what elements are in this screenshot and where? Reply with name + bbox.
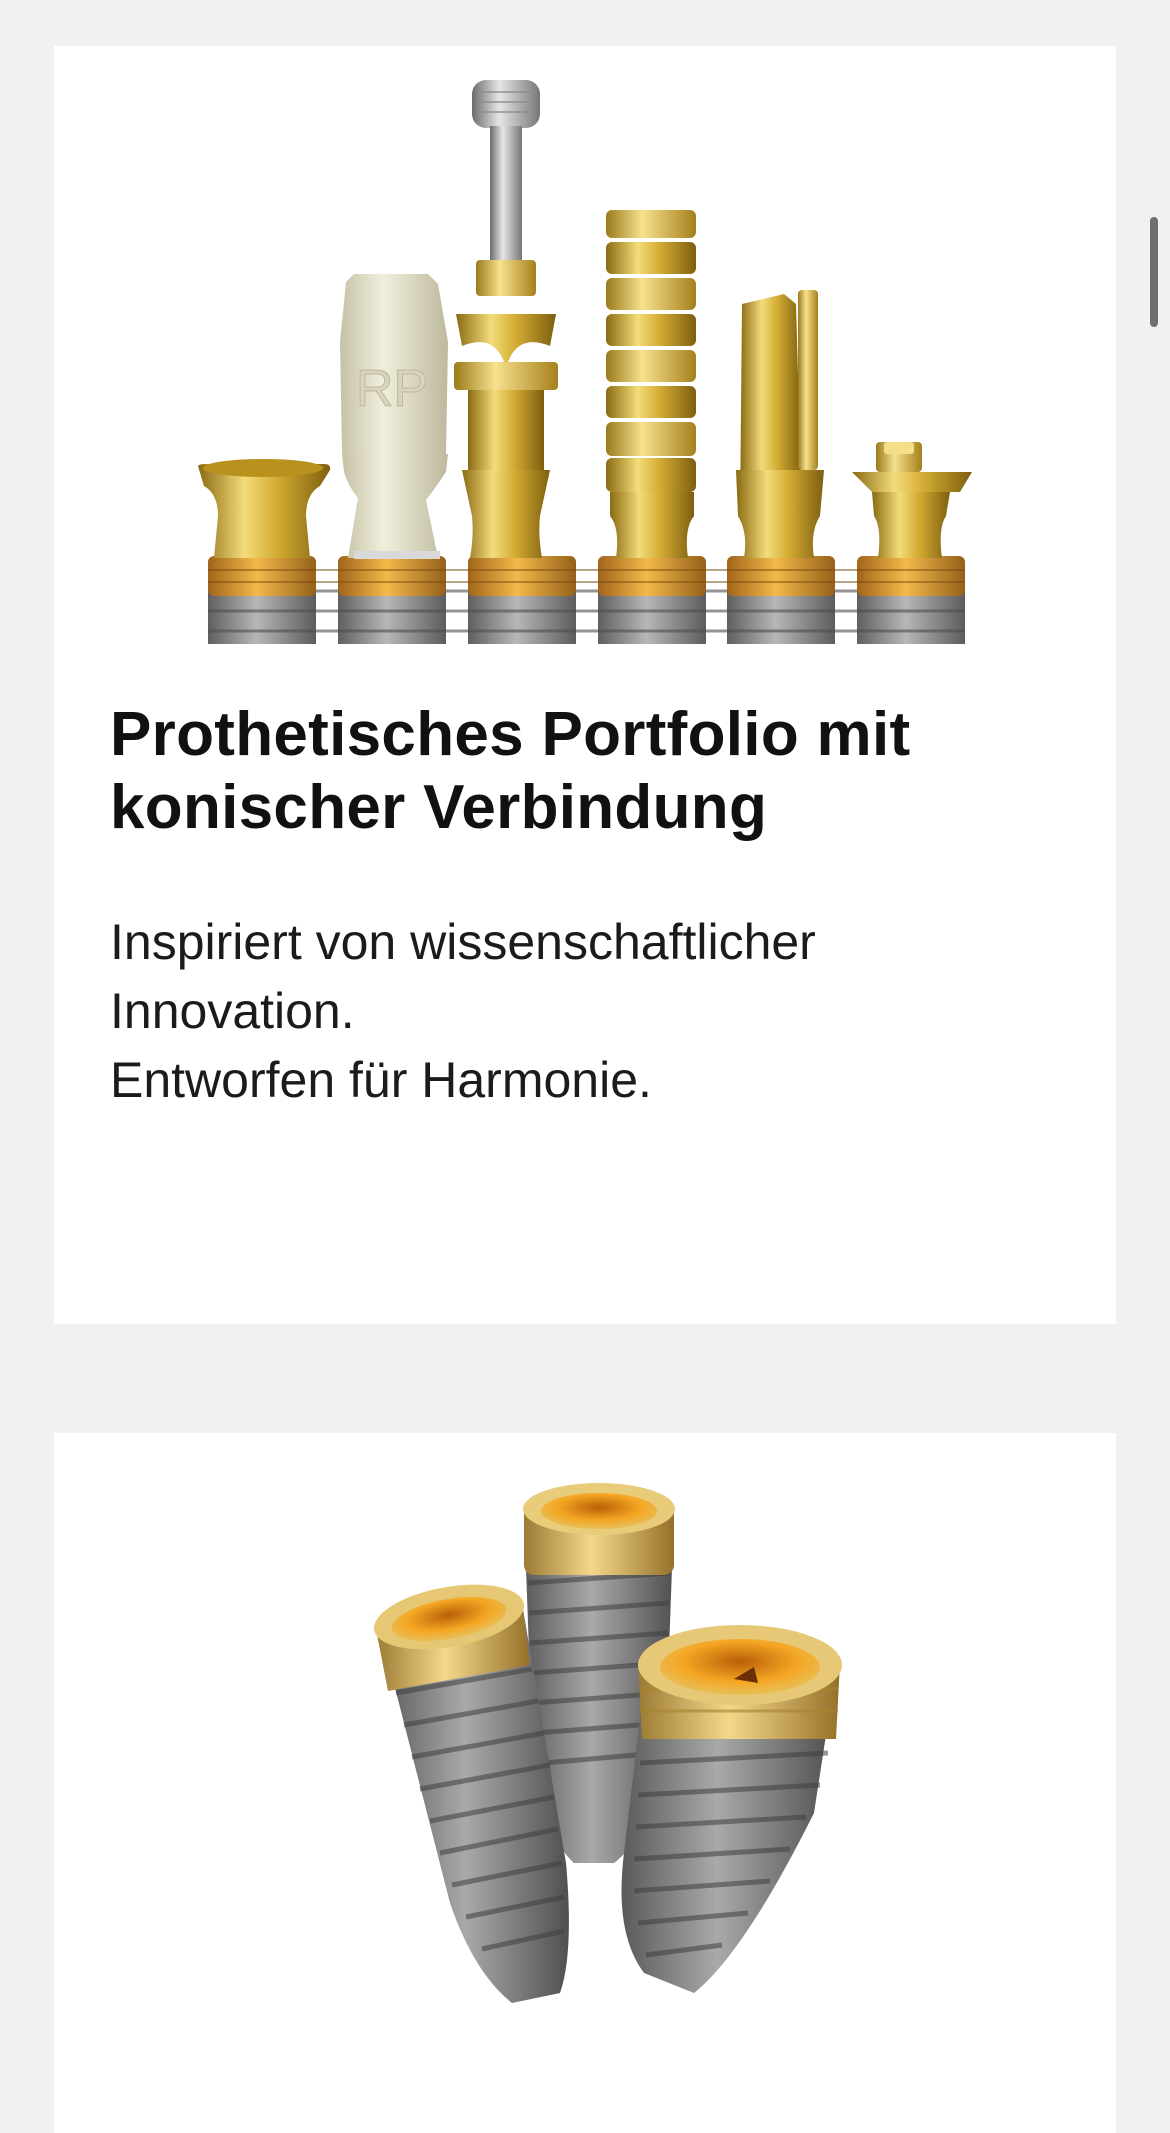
card-title: Prothetisches Portfolio mit konischer Ve…	[110, 700, 911, 842]
product-card-implants[interactable]	[54, 1433, 1116, 2133]
implant-right	[621, 1625, 842, 1993]
implants-product-image	[373, 1483, 842, 2003]
card-description: Inspiriert von wissenschaftlicher Innova…	[110, 908, 1070, 1115]
product-card-prosthetic-portfolio[interactable]: RP Prothetisches Portfolio mit konischer…	[54, 46, 1116, 1324]
abutment-short-cup	[198, 459, 331, 558]
svg-text:RP: RP	[356, 360, 428, 418]
abutments-product-image: RP	[198, 80, 972, 644]
abutment-ceramic-rp: RP	[340, 274, 448, 559]
height-gauge-abutment	[606, 210, 696, 558]
description-line: Entworfen für Harmonie.	[110, 1052, 652, 1108]
description-line: Inspiriert von wissenschaftlicher	[110, 914, 816, 970]
transfer-with-screw	[454, 80, 558, 558]
implant-thread-bases	[208, 566, 965, 644]
page-scrollbar[interactable]	[1150, 217, 1158, 327]
temporary-abutment	[736, 290, 824, 558]
abutment-small-cap	[852, 442, 972, 558]
description-line: Innovation.	[110, 983, 355, 1039]
